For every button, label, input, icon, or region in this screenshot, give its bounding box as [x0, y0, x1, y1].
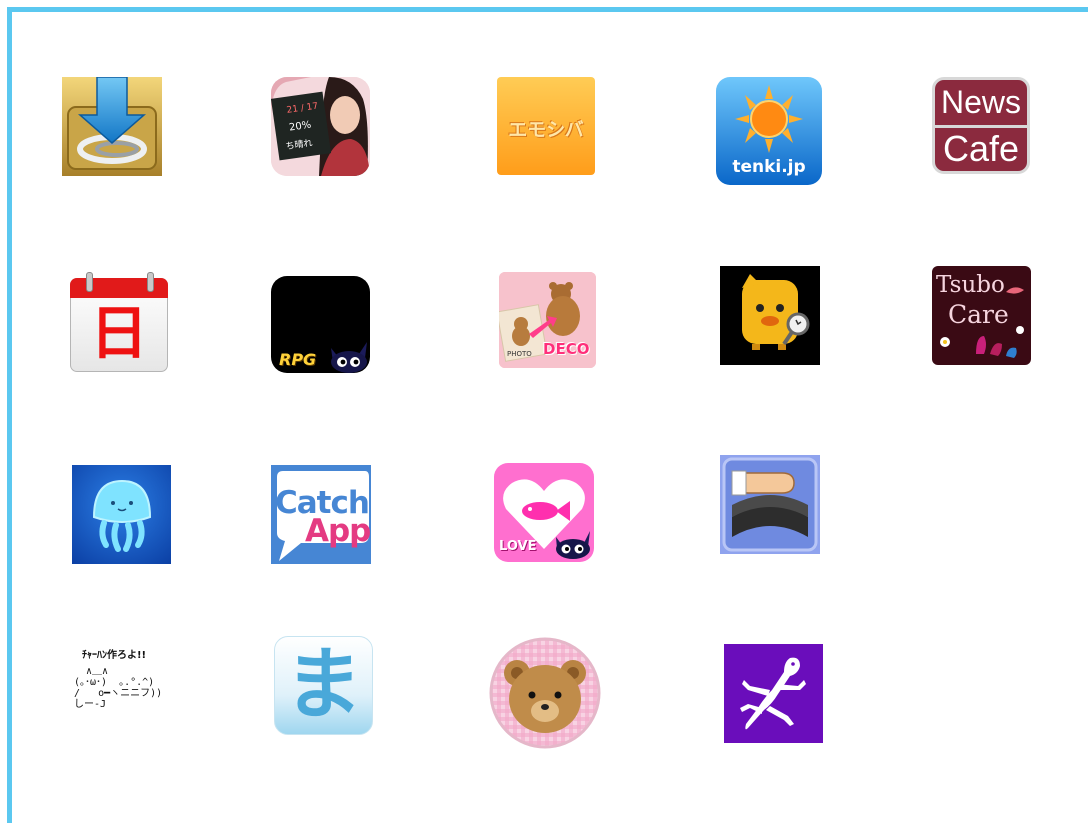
download-clip-icon[interactable]: [62, 77, 162, 176]
emoshiba-icon[interactable]: エモシバ: [497, 77, 595, 175]
love-label: LOVE: [499, 539, 537, 554]
ascii-art-icon[interactable]: ﾁｬｰﾊﾝ作ろよ!! ∧＿∧ (｡･ω･) ｡.°.^) / o━ヽニニフ)) …: [72, 646, 182, 728]
app-label: App: [305, 513, 371, 549]
tenki-jp-icon[interactable]: tenki.jp: [716, 77, 822, 185]
photo-label: PHOTO: [507, 350, 532, 358]
jellyfish-icon[interactable]: [72, 465, 171, 564]
tenki-label: tenki.jp: [732, 157, 806, 177]
gecko-icon[interactable]: [724, 644, 823, 743]
deco-label: DECO: [543, 340, 590, 358]
rpg-label: RPG: [279, 350, 317, 369]
yellow-character-search-icon[interactable]: [720, 266, 820, 365]
ascii-art-body: ∧＿∧ (｡･ω･) ｡.°.^) / o━ヽニニフ)) しー-J: [74, 666, 163, 710]
catch-app-icon[interactable]: Catch App: [271, 465, 371, 564]
calendar-day-label: 日: [89, 299, 148, 367]
frame-top-border: [7, 7, 1088, 12]
cafe-label: Cafe: [942, 128, 1020, 169]
ma-hiragana-icon[interactable]: ま: [274, 636, 373, 735]
frame-left-border: [7, 7, 12, 823]
ascii-title: ﾁｬｰﾊﾝ作ろよ!!: [82, 650, 147, 661]
love-fish-cat-icon[interactable]: LOVE: [494, 463, 594, 562]
news-cafe-icon[interactable]: News Cafe: [932, 77, 1030, 174]
hand-tire-icon[interactable]: [720, 455, 820, 554]
ring-right: [147, 272, 154, 292]
weather-girl-icon[interactable]: 21 / 17 20% ち晴れ: [271, 77, 370, 176]
news-label: News: [940, 84, 1021, 120]
emoshiba-label: エモシバ: [508, 119, 584, 141]
ring-left: [86, 272, 93, 292]
photo-deco-bear-icon[interactable]: PHOTO DECO: [499, 272, 596, 368]
rpg-cat-icon[interactable]: RPG: [271, 276, 370, 373]
ma-label: ま: [284, 640, 363, 730]
teddy-bear-badge-icon[interactable]: [489, 637, 601, 749]
calendar-icon[interactable]: 日: [70, 272, 168, 372]
tsubo-care-icon[interactable]: Tsubo Care: [932, 266, 1031, 365]
